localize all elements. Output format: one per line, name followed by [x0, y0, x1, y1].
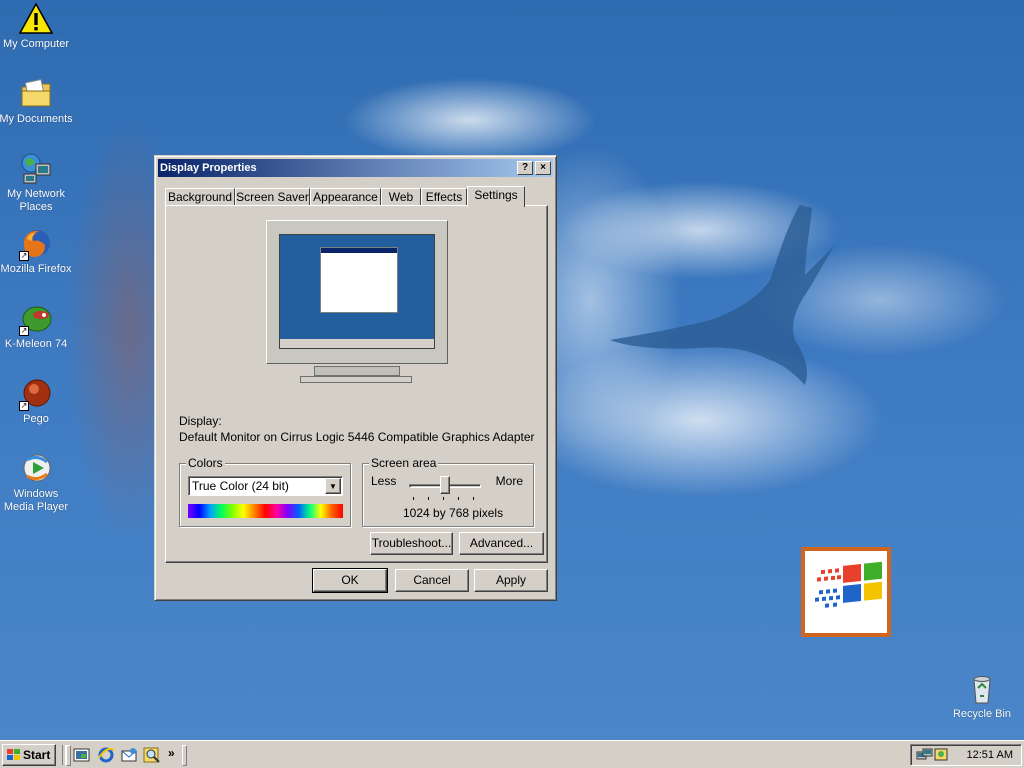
- windows-flag-icon: [7, 749, 20, 760]
- desktop-icon-recycle-bin[interactable]: Recycle Bin: [944, 672, 1020, 721]
- firefox-icon: ↗: [19, 227, 53, 261]
- desktop-icon-my-documents[interactable]: My Documents: [0, 77, 74, 126]
- desktop-icon-pego[interactable]: ↗ Pego: [0, 377, 74, 426]
- recycle-bin-icon: [965, 672, 999, 706]
- network-icon: [19, 152, 53, 186]
- shortcut-arrow-icon: ↗: [19, 251, 29, 261]
- desktop-icon-label: My Network Places: [6, 188, 66, 213]
- dialog-titlebar[interactable]: Display Properties ? ×: [158, 159, 553, 177]
- display-properties-dialog: Display Properties ? × Background Screen…: [154, 155, 557, 601]
- help-button[interactable]: ?: [517, 161, 533, 175]
- start-label: Start: [23, 748, 51, 762]
- tab-background[interactable]: Background: [165, 188, 235, 206]
- start-button[interactable]: Start: [2, 744, 56, 766]
- desktop: My Computer My Documents My Network Plac…: [0, 0, 1024, 740]
- pego-icon: ↗: [19, 377, 53, 411]
- desktop-icon-my-computer[interactable]: My Computer: [0, 2, 74, 51]
- taskbar: Start » 12:51 AM: [0, 740, 1024, 768]
- troubleshoot-button[interactable]: Troubleshoot...: [370, 532, 453, 555]
- slider-more-label: More: [495, 474, 523, 488]
- windows-flag-icon: [815, 561, 882, 608]
- desktop-icon-label: Recycle Bin: [952, 708, 1012, 720]
- apply-button[interactable]: Apply: [474, 569, 548, 592]
- resolution-text: 1024 by 768 pixels: [403, 506, 504, 520]
- screen-area-groupbox-title: Screen area: [369, 456, 439, 470]
- wallpaper-diver: [610, 205, 835, 385]
- outlook-express-icon[interactable]: [120, 746, 138, 764]
- quicklaunch-chevron[interactable]: »: [168, 746, 175, 760]
- ok-button[interactable]: OK: [312, 568, 388, 593]
- screen-area-groupbox: Screen area Less More 1024 by 768 pixels: [362, 456, 534, 527]
- internet-explorer-icon[interactable]: [97, 746, 115, 764]
- clock[interactable]: 12:51 AM: [967, 749, 1013, 761]
- network-tray-icon[interactable]: [916, 747, 934, 763]
- system-tray: 12:51 AM: [910, 744, 1022, 766]
- display-settings-tray-icon[interactable]: [933, 747, 949, 763]
- chevron-down-icon[interactable]: ▼: [325, 478, 341, 494]
- advanced-button[interactable]: Advanced...: [459, 532, 544, 555]
- desktop-icon-windows-media-player[interactable]: Windows Media Player: [0, 452, 74, 514]
- shortcut-arrow-icon: ↗: [19, 326, 29, 336]
- colors-groupbox: Colors True Color (24 bit) ▼: [179, 456, 351, 527]
- close-button[interactable]: ×: [535, 161, 551, 175]
- slider-thumb[interactable]: [440, 476, 450, 494]
- desktop-icon-k-meleon[interactable]: ↗ K-Meleon 74: [0, 302, 74, 351]
- slider-less-label: Less: [371, 474, 397, 488]
- desktop-icon-label: My Computer: [2, 38, 70, 50]
- tab-screen-saver[interactable]: Screen Saver: [235, 188, 310, 206]
- tab-web[interactable]: Web: [381, 188, 421, 206]
- color-spectrum-bar: [188, 504, 343, 518]
- colors-groupbox-title: Colors: [186, 456, 225, 470]
- desktop-icon-mozilla-firefox[interactable]: ↗ Mozilla Firefox: [0, 227, 74, 276]
- settings-panel: Display: Default Monitor on Cirrus Logic…: [165, 205, 548, 563]
- monitor-screen: [279, 234, 435, 349]
- tab-effects[interactable]: Effects: [421, 188, 467, 206]
- quicklaunch-grip[interactable]: [66, 745, 71, 766]
- show-desktop-icon[interactable]: [73, 746, 91, 764]
- desktop-icon-label: Mozilla Firefox: [0, 263, 72, 275]
- tab-settings[interactable]: Settings: [467, 186, 525, 207]
- desktop-icon-label: K-Meleon 74: [4, 338, 68, 350]
- colors-select[interactable]: True Color (24 bit) ▼: [188, 476, 343, 496]
- shortcut-arrow-icon: ↗: [19, 401, 29, 411]
- warning-icon: [18, 2, 54, 36]
- desktop-icon-my-network-places[interactable]: My Network Places: [0, 152, 74, 214]
- dialog-title: Display Properties: [160, 162, 257, 174]
- cancel-button[interactable]: Cancel: [395, 569, 469, 592]
- taskbar-grip[interactable]: [182, 745, 187, 766]
- desktop-icon-label: Pego: [23, 413, 49, 425]
- desktop-icon-label: Windows Media Player: [3, 488, 69, 513]
- display-label: Display:: [179, 414, 222, 428]
- desktop-icon-label: My Documents: [0, 113, 73, 125]
- media-player-icon: [19, 452, 53, 486]
- monitor-preview: [266, 220, 450, 385]
- search-icon[interactable]: [143, 746, 161, 764]
- folder-icon: [19, 77, 53, 111]
- display-adapter-text: Default Monitor on Cirrus Logic 5446 Com…: [179, 430, 535, 444]
- colors-selected-value: True Color (24 bit): [192, 479, 289, 493]
- screen-area-slider[interactable]: [409, 476, 481, 500]
- k-meleon-icon: ↗: [19, 302, 53, 336]
- tab-appearance[interactable]: Appearance: [310, 188, 381, 206]
- windows-logo-image: [801, 547, 891, 637]
